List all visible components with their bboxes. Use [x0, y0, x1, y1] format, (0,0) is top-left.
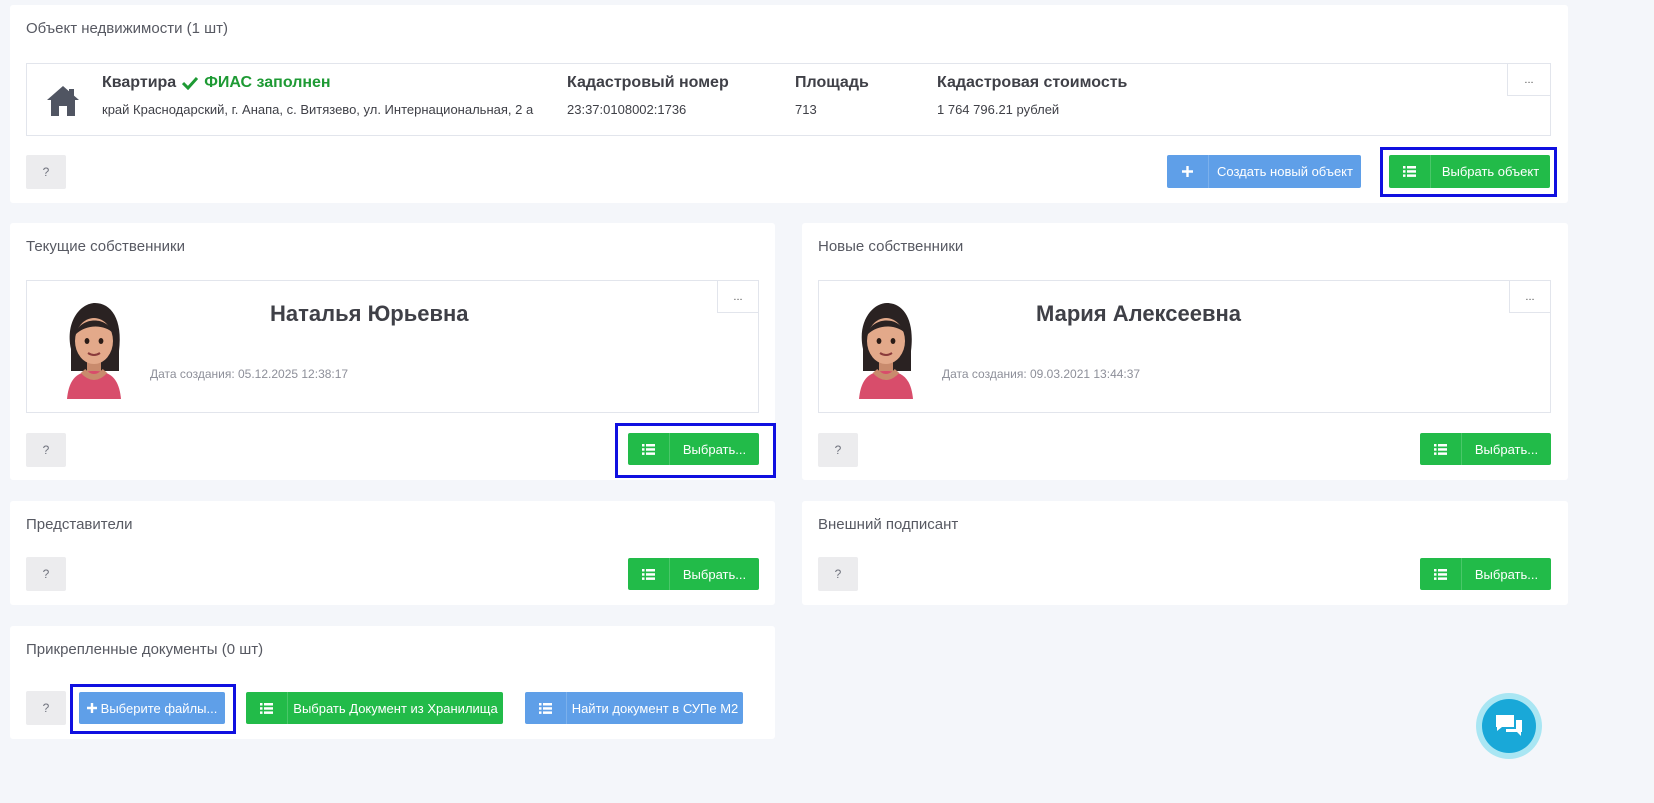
- select-external-signer-button[interactable]: Выбрать...: [1420, 558, 1551, 590]
- plus-icon: [86, 703, 97, 713]
- documents-help-button[interactable]: ?: [26, 691, 66, 725]
- plus-icon: [1167, 155, 1209, 188]
- new-owner-more-button[interactable]: ...: [1509, 280, 1551, 313]
- new-owners-help-button[interactable]: ?: [818, 433, 858, 467]
- current-owner-more-button[interactable]: ...: [717, 280, 759, 313]
- select-representatives-button[interactable]: Выбрать...: [628, 558, 759, 590]
- current-owners-title: Текущие собственники: [26, 238, 185, 255]
- cadastral-value-value: 1 764 796.21 рублей: [937, 102, 1060, 117]
- select-new-owner-label: Выбрать...: [1474, 441, 1539, 457]
- list-icon: [1389, 155, 1431, 188]
- check-icon: [182, 76, 199, 90]
- find-in-supe-label: Найти документ в СУПе М2: [571, 700, 739, 716]
- select-object-label: Выбрать объект: [1441, 164, 1540, 179]
- new-owner-card: Мария Алексеевна Дата создания: 09.03.20…: [818, 280, 1551, 413]
- list-icon: [628, 558, 670, 590]
- list-icon: [525, 692, 567, 724]
- representatives-panel: Представители ? Выбрать...: [10, 501, 775, 605]
- avatar: [853, 301, 919, 404]
- choose-files-label: Выберите файлы...: [100, 700, 218, 716]
- create-object-button[interactable]: Создать новый объект: [1167, 155, 1361, 188]
- house-icon: [45, 84, 81, 123]
- current-owner-name: Наталья Юрьевна: [270, 301, 469, 326]
- new-owners-panel: Новые собственники Мария Алексеевна Дата…: [802, 223, 1568, 480]
- chat-icon: [1494, 713, 1524, 739]
- list-icon: [628, 433, 670, 465]
- property-panel-title: Объект недвижимости (1 шт): [26, 20, 229, 37]
- representatives-help-button[interactable]: ?: [26, 557, 66, 591]
- cadastral-number-value: 23:37:0108002:1736: [567, 102, 687, 117]
- property-card: Квартира ФИАС заполнен край Краснодарски…: [26, 63, 1551, 136]
- property-type: Квартира: [102, 74, 177, 91]
- property-help-button[interactable]: ?: [26, 155, 66, 189]
- select-new-owner-button[interactable]: Выбрать...: [1420, 433, 1551, 465]
- select-current-owner-label: Выбрать...: [682, 441, 747, 457]
- find-in-supe-button[interactable]: Найти документ в СУПе М2: [525, 692, 743, 724]
- new-owners-title: Новые собственники: [818, 238, 964, 255]
- list-icon: [246, 692, 288, 724]
- list-icon: [1420, 558, 1462, 590]
- select-current-owner-button[interactable]: Выбрать...: [628, 433, 759, 465]
- external-signer-panel: Внешний подписант ? Выбрать...: [802, 501, 1568, 605]
- chat-widget-button[interactable]: [1476, 693, 1542, 759]
- list-icon: [1420, 433, 1462, 465]
- area-value: 713: [795, 102, 817, 117]
- cadastral-number-label: Кадастровый номер: [567, 74, 729, 91]
- property-more-button[interactable]: ...: [1507, 63, 1551, 96]
- select-from-storage-label: Выбрать Документ из Хранилища: [293, 700, 498, 716]
- avatar: [61, 301, 127, 404]
- choose-files-button[interactable]: Выберите файлы...: [79, 692, 225, 724]
- property-panel: Объект недвижимости (1 шт) Квартира ФИАС…: [10, 5, 1568, 203]
- new-owner-date: Дата создания: 09.03.2021 13:44:37: [942, 367, 1141, 381]
- current-owner-card: Наталья Юрьевна Дата создания: 05.12.202…: [26, 280, 759, 413]
- representatives-title: Представители: [26, 516, 133, 533]
- current-owners-panel: Текущие собственники Наталья Юрьевна Дат…: [10, 223, 776, 480]
- external-signer-title: Внешний подписант: [818, 516, 959, 533]
- documents-title: Прикрепленные документы (0 шт): [26, 641, 264, 658]
- area-label: Площадь: [795, 74, 869, 91]
- create-object-label: Создать новый объект: [1217, 164, 1353, 179]
- current-owner-date: Дата создания: 05.12.2025 12:38:17: [150, 367, 349, 381]
- property-address: край Краснодарский, г. Анапа, с. Витязев…: [102, 102, 534, 117]
- cadastral-value-label: Кадастровая стоимость: [937, 74, 1128, 91]
- fias-status: ФИАС заполнен: [204, 74, 331, 91]
- new-owner-name: Мария Алексеевна: [1036, 301, 1242, 326]
- documents-panel: Прикрепленные документы (0 шт) ? Выберит…: [10, 626, 775, 739]
- select-object-button[interactable]: Выбрать объект: [1389, 155, 1550, 188]
- external-signer-help-button[interactable]: ?: [818, 557, 858, 591]
- current-owners-help-button[interactable]: ?: [26, 433, 66, 467]
- select-representatives-label: Выбрать...: [682, 566, 747, 582]
- select-external-signer-label: Выбрать...: [1474, 566, 1539, 582]
- select-from-storage-button[interactable]: Выбрать Документ из Хранилища: [246, 692, 503, 724]
